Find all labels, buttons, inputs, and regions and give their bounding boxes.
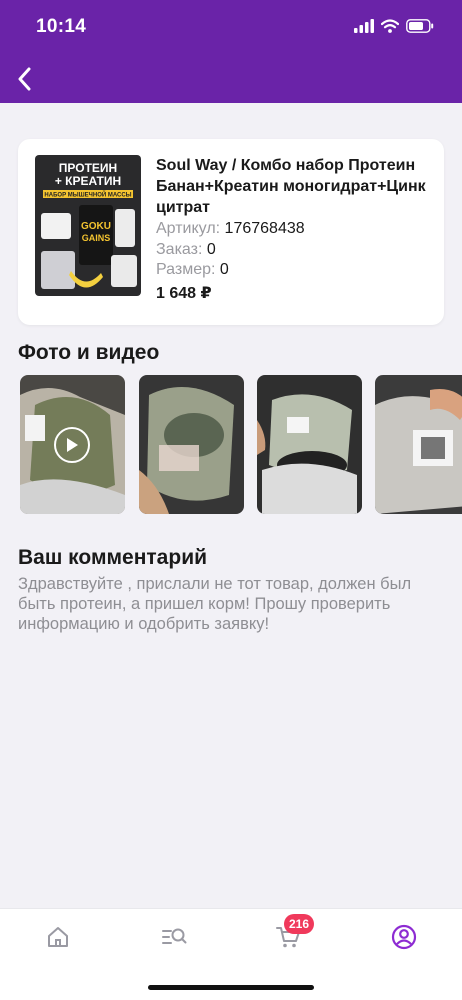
home-icon <box>48 927 68 947</box>
svg-text:GOKU: GOKU <box>81 221 111 232</box>
order-value: 0 <box>206 241 216 258</box>
profile-icon <box>391 924 417 950</box>
product-image: ПРОТЕИН + КРЕАТИН НАБОР МЫШЕЧНОЙ МАССЫ G… <box>35 155 141 296</box>
comment-section-title: Ваш комментарий <box>18 546 208 569</box>
media-thumb-photo-2[interactable] <box>257 375 362 514</box>
svg-text:ПРОТЕИН: ПРОТЕИН <box>59 161 117 175</box>
size-value: 0 <box>219 261 229 278</box>
media-thumb-video[interactable] <box>20 375 125 514</box>
status-icons <box>354 18 434 34</box>
app-header: 10:14 <box>0 0 462 103</box>
tab-catalog[interactable] <box>156 923 192 951</box>
svg-text:НАБОР МЫШЕЧНОЙ МАССЫ: НАБОР МЫШЕЧНОЙ МАССЫ <box>44 191 131 199</box>
svg-text:GAINS: GAINS <box>82 233 111 243</box>
status-time: 10:14 <box>36 16 87 37</box>
cart-badge: 216 <box>284 914 315 934</box>
home-indicator <box>148 985 314 990</box>
catalog-search-icon <box>162 928 187 944</box>
product-price: 1 648 ₽ <box>156 285 212 302</box>
size-label: Размер: <box>156 261 216 278</box>
media-thumb-photo-3[interactable] <box>375 375 462 514</box>
cellular-signal-icon <box>354 19 374 33</box>
chevron-left-icon <box>18 67 31 91</box>
wifi-icon <box>381 19 399 33</box>
tab-profile[interactable] <box>386 923 422 951</box>
svg-text:+ КРЕАТИН: + КРЕАТИН <box>55 174 121 188</box>
back-button[interactable] <box>8 62 42 96</box>
tab-home[interactable] <box>40 923 76 951</box>
article-label: Артикул: <box>156 220 221 237</box>
comment-text: Здравствуйте , прислали не тот товар, до… <box>18 575 412 633</box>
order-label: Заказ: <box>156 241 203 258</box>
article-value: 176768438 <box>224 220 305 237</box>
product-title: Soul Way / Комбо набор Протеин Банан+Кре… <box>156 157 426 216</box>
media-section-title: Фото и видео <box>18 341 160 364</box>
article-row: Артикул: 176768438 <box>156 219 305 239</box>
play-icon <box>54 427 90 463</box>
size-row: Размер: 0 <box>156 260 229 280</box>
product-card[interactable]: ПРОТЕИН + КРЕАТИН НАБОР МЫШЕЧНОЙ МАССЫ G… <box>18 139 444 325</box>
order-row: Заказ: 0 <box>156 240 216 260</box>
battery-icon <box>406 19 434 33</box>
media-thumb-photo-1[interactable] <box>139 375 244 514</box>
